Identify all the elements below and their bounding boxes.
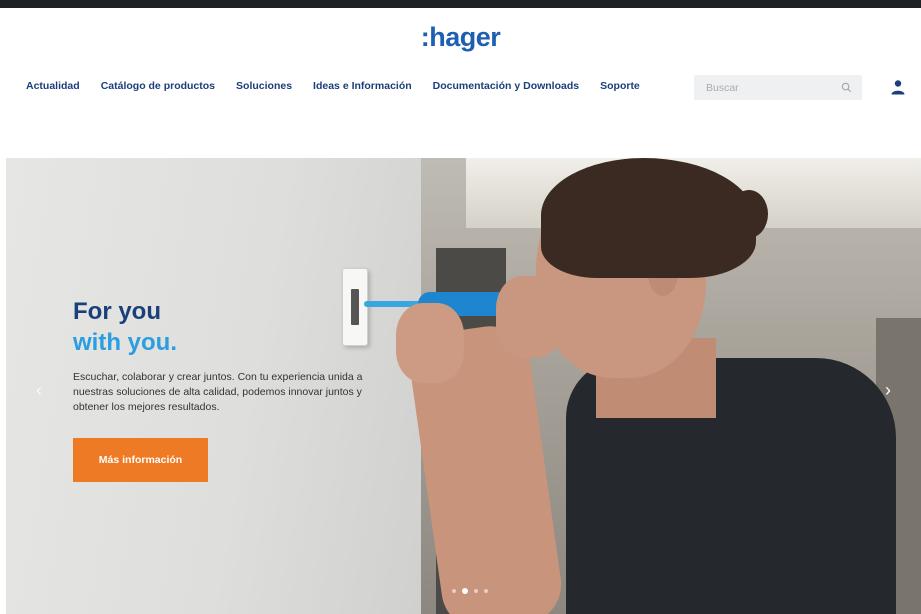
nav-item-documentacion[interactable]: Documentación y Downloads (433, 80, 579, 92)
search-input[interactable] (694, 81, 834, 94)
hero-title-line1: For you (73, 298, 161, 325)
nav-item-soluciones[interactable]: Soluciones (236, 80, 292, 92)
search-icon[interactable] (841, 82, 852, 93)
carousel-dot[interactable] (474, 589, 478, 593)
carousel-dots (452, 588, 488, 594)
nav-item-soporte[interactable]: Soporte (600, 80, 640, 92)
carousel-dot-active[interactable] (462, 588, 468, 594)
search-box (694, 75, 862, 100)
carousel-dot[interactable] (452, 589, 456, 593)
chevron-left-icon[interactable]: ‹ (32, 380, 46, 400)
nav-item-catalogo[interactable]: Catálogo de productos (101, 80, 215, 92)
hager-logo[interactable]: :hager (0, 22, 921, 53)
nav-item-actualidad[interactable]: Actualidad (26, 80, 80, 92)
mas-informacion-button[interactable]: Más información (73, 438, 208, 482)
hero-carousel: For you with you. Escuchar, colaborar y … (6, 158, 921, 614)
nav-item-ideas[interactable]: Ideas e Información (313, 80, 412, 92)
hero-description: Escuchar, colaborar y crear juntos. Con … (73, 371, 363, 413)
hero-title-line2: with you. (73, 329, 177, 356)
carousel-dot[interactable] (484, 589, 488, 593)
chevron-right-icon[interactable]: › (881, 380, 895, 400)
top-bar (0, 0, 921, 8)
main-nav: Actualidad Catálogo de productos Solucio… (26, 80, 661, 92)
user-icon[interactable] (890, 79, 906, 95)
